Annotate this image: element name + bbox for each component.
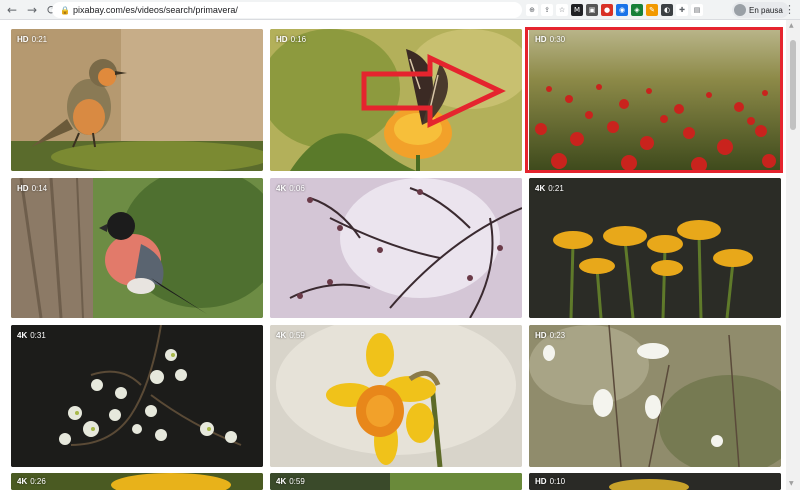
robin-thumbnail: [11, 29, 263, 171]
share-icon[interactable]: ⇪: [541, 4, 553, 16]
video-tile-partial-2[interactable]: 4K 0:59: [270, 473, 522, 490]
extension-icon-2[interactable]: ▣: [586, 4, 598, 16]
page-scrollbar[interactable]: ▲ ▼: [786, 20, 800, 490]
reading-list-icon[interactable]: ▤: [691, 4, 703, 16]
avatar: [734, 4, 746, 16]
menu-kebab-icon[interactable]: ⋮: [784, 3, 795, 16]
browser-toolbar: ← → ⟳ 🔒 pixabay.com/es/videos/search/pri…: [0, 0, 800, 20]
extension-icon-3[interactable]: ●: [601, 4, 613, 16]
video-badge: HD 0:16: [276, 35, 307, 44]
video-badge: HD 0:30: [535, 35, 566, 44]
address-bar[interactable]: 🔒 pixabay.com/es/videos/search/primavera…: [52, 2, 522, 18]
video-badge: HD 0:23: [535, 331, 566, 340]
video-badge: 4K 0:31: [17, 331, 46, 340]
video-badge: 4K 0:06: [276, 184, 305, 193]
puzzle-icon[interactable]: ✚: [676, 4, 688, 16]
extension-icon-5[interactable]: ◈: [631, 4, 643, 16]
extension-icon-6[interactable]: ✎: [646, 4, 658, 16]
lock-icon: 🔒: [60, 6, 70, 15]
scrollbar-thumb[interactable]: [790, 40, 796, 130]
extension-icon-1[interactable]: M: [571, 4, 583, 16]
poppy-field-thumbnail: [529, 29, 781, 171]
forward-icon[interactable]: →: [24, 2, 40, 18]
profile-button[interactable]: En pausa: [732, 2, 789, 18]
video-tile-poppies[interactable]: HD 0:30: [529, 29, 781, 171]
video-tile-partial-1[interactable]: 4K 0:26: [11, 473, 263, 490]
video-tile-bullfinch[interactable]: HD 0:14: [11, 178, 263, 318]
video-badge: 4K 0:59: [276, 331, 305, 340]
video-tile-partial-3[interactable]: HD 0:10: [529, 473, 781, 490]
scroll-down-icon[interactable]: ▼: [789, 480, 794, 487]
video-badge: 4K 0:59: [276, 477, 305, 486]
back-icon[interactable]: ←: [4, 2, 20, 18]
partial-thumbnail: [11, 473, 263, 490]
video-tile-branches[interactable]: 4K 0:06: [270, 178, 522, 318]
extension-icon-4[interactable]: ◉: [616, 4, 628, 16]
partial-thumbnail: [270, 473, 522, 490]
video-tile-white-butterflies[interactable]: HD 0:23: [529, 325, 781, 467]
video-badge: 4K 0:26: [17, 477, 46, 486]
profile-label: En pausa: [749, 5, 783, 15]
zoom-icon[interactable]: ⊕: [526, 4, 538, 16]
extension-icon-7[interactable]: ◐: [661, 4, 673, 16]
video-badge: HD 0:10: [535, 477, 566, 486]
url-text: pixabay.com/es/videos/search/primavera/: [73, 5, 238, 15]
partial-thumbnail: [529, 473, 781, 490]
video-badge: 4K 0:21: [535, 184, 564, 193]
white-blossoms-thumbnail: [11, 325, 263, 467]
dandelions-thumbnail: [529, 178, 781, 318]
daffodil-thumbnail: [270, 325, 522, 467]
video-tile-dandelions[interactable]: 4K 0:21: [529, 178, 781, 318]
scroll-up-icon[interactable]: ▲: [789, 22, 794, 29]
bookmark-star-icon[interactable]: ☆: [556, 4, 568, 16]
extensions-area: ⊕ ⇪ ☆ M ▣ ● ◉ ◈ ✎ ◐ ✚ ▤: [526, 2, 703, 18]
video-tile-robin[interactable]: HD 0:21: [11, 29, 263, 171]
bullfinch-thumbnail: [11, 178, 263, 318]
video-badge: HD 0:21: [17, 35, 48, 44]
red-arrow-icon: [361, 54, 506, 128]
video-tile-daffodil[interactable]: 4K 0:59: [270, 325, 522, 467]
video-badge: HD 0:14: [17, 184, 48, 193]
white-butterflies-thumbnail: [529, 325, 781, 467]
cherry-branches-thumbnail: [270, 178, 522, 318]
video-tile-white-blossoms[interactable]: 4K 0:31: [11, 325, 263, 467]
